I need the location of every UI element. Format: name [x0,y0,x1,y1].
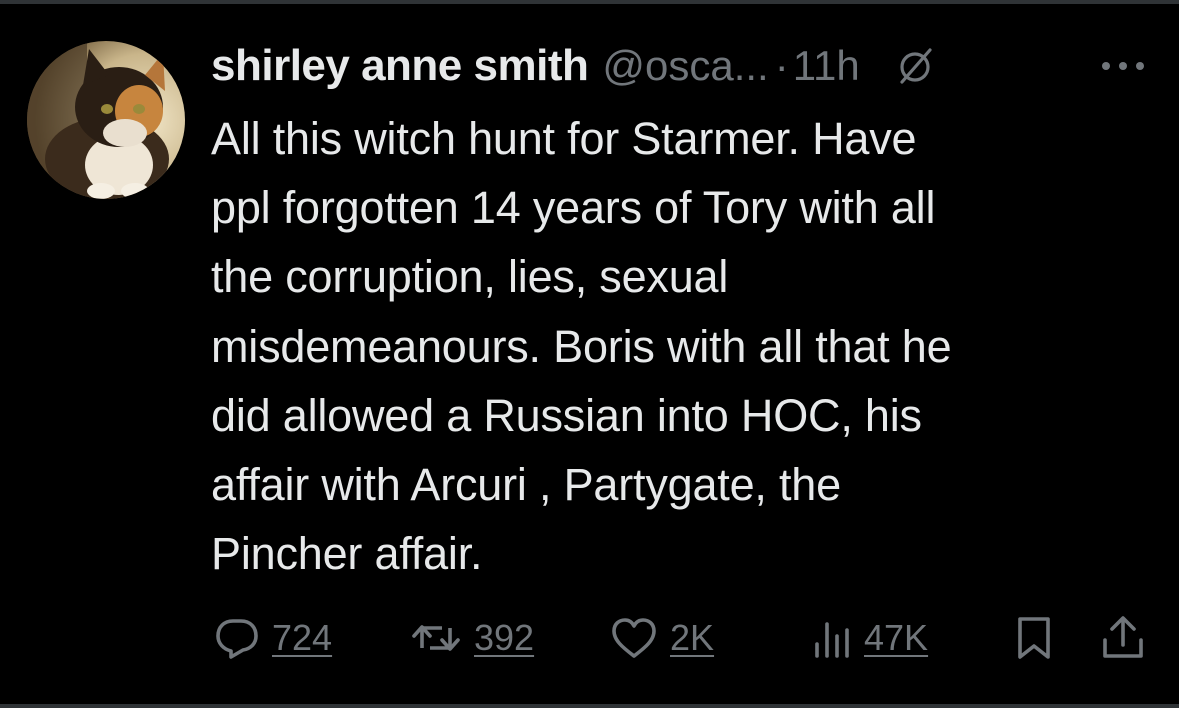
cat-avatar-icon [27,41,185,199]
separator-dot: · [774,42,789,89]
repost-icon [412,625,460,651]
repost-count[interactable]: 392 [474,617,534,659]
bottom-divider [0,704,1179,708]
views-icon [815,622,849,658]
timestamp[interactable]: 11h [793,42,860,90]
bookmark-icon [1018,617,1050,659]
like-count[interactable]: 2K [670,617,714,659]
avatar[interactable] [27,41,185,199]
share-button[interactable] [1100,610,1146,666]
action-bar: 724 392 2K 47K [0,610,1179,666]
tweet-text: All this witch hunt for Starmer. Have pp… [211,113,952,580]
more-icon[interactable] [1098,48,1148,84]
top-divider [0,0,1179,4]
like-button[interactable]: 2K [610,610,714,666]
views-count[interactable]: 47K [864,617,928,659]
user-handle[interactable]: @osca... [602,42,768,90]
tweet-header: shirley anne smith @osca... · 11h [211,36,936,96]
heart-icon [612,618,656,658]
reply-count[interactable]: 724 [272,617,332,659]
views-button[interactable]: 47K [812,610,928,666]
grok-icon[interactable] [896,46,936,86]
display-name[interactable]: shirley anne smith [211,41,589,91]
share-icon [1103,616,1143,658]
reply-button[interactable]: 724 [214,610,332,666]
reply-icon [216,619,258,659]
repost-button[interactable]: 392 [410,610,534,666]
bookmark-button[interactable] [1014,610,1054,666]
